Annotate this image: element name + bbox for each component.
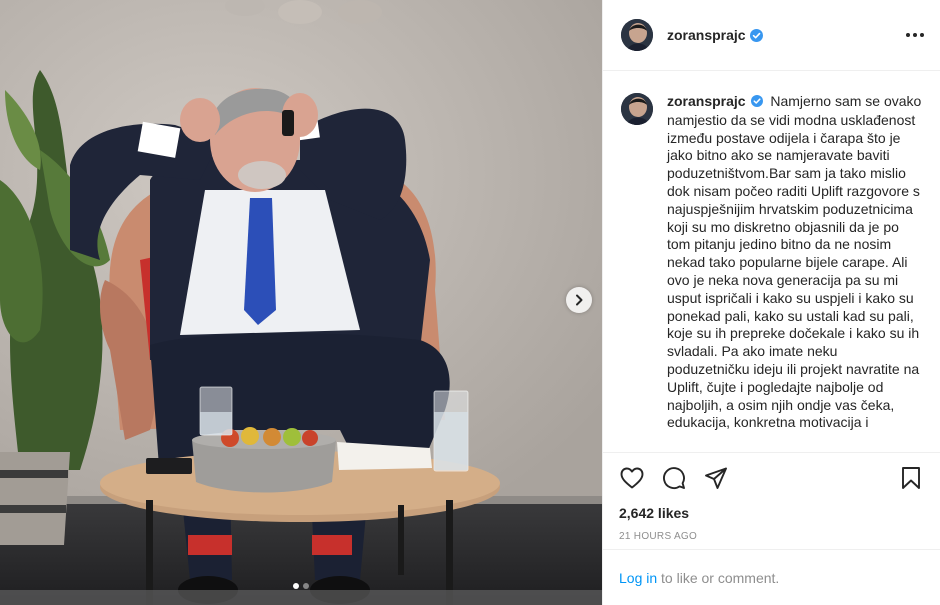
chevron-right-icon — [576, 294, 583, 306]
paper-plane-icon[interactable] — [703, 465, 729, 491]
login-link[interactable]: Log in — [619, 570, 657, 586]
post-side-panel: zoransprajc zoransprajc Namjerno sam se … — [602, 0, 940, 605]
instagram-post: zoransprajc zoransprajc Namjerno sam se … — [0, 0, 940, 605]
caption-section: zoransprajc Namjerno sam se ovako namjes… — [603, 71, 940, 453]
avatar[interactable] — [621, 19, 653, 51]
comment-icon[interactable] — [661, 465, 687, 491]
post-photo — [0, 0, 602, 605]
verified-badge-icon — [751, 94, 764, 112]
caption-avatar[interactable] — [621, 93, 653, 125]
post-caption: zoransprajc Namjerno sam se ovako namjes… — [667, 93, 922, 452]
avatar-image — [621, 19, 653, 51]
post-media — [0, 0, 602, 605]
carousel-dot — [303, 583, 309, 589]
login-prompt: Log in to like or comment. — [603, 549, 940, 605]
carousel-indicator — [0, 583, 602, 589]
post-header: zoransprajc — [603, 0, 940, 71]
post-username[interactable]: zoransprajc — [667, 27, 746, 43]
likes-count[interactable]: 2,642 likes — [603, 493, 940, 521]
caption-text: Namjerno sam se ovako namjestio da se vi… — [667, 93, 922, 431]
post-timestamp[interactable]: 21 HOURS AGO — [603, 521, 940, 542]
bookmark-icon[interactable] — [898, 465, 924, 491]
verified-badge-icon — [749, 28, 763, 42]
carousel-next-button[interactable] — [566, 287, 592, 313]
login-suffix: to like or comment. — [657, 569, 780, 586]
heart-icon[interactable] — [619, 465, 645, 491]
more-options-icon[interactable] — [906, 27, 924, 43]
avatar-image — [621, 93, 653, 125]
action-bar — [603, 453, 940, 493]
caption-username[interactable]: zoransprajc — [667, 93, 746, 109]
carousel-dot — [293, 583, 299, 589]
